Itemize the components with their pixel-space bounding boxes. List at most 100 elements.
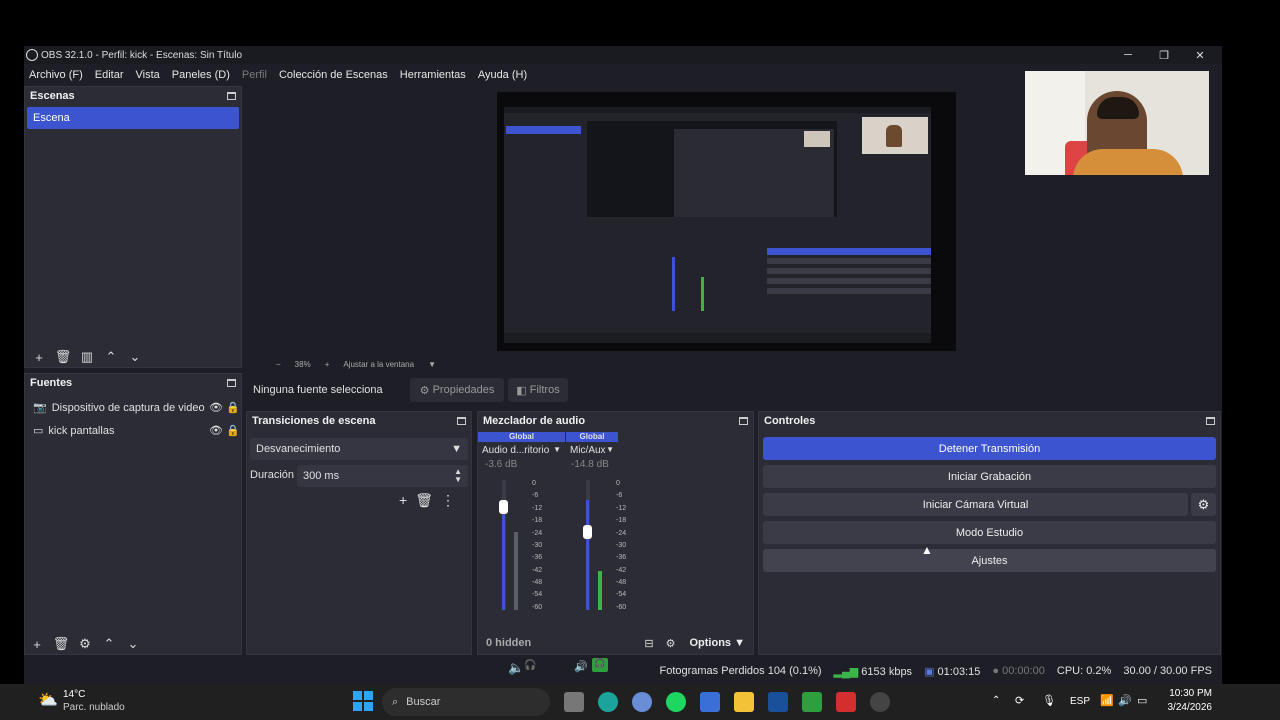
meter-scale-label: -6 bbox=[532, 492, 539, 500]
source-item[interactable]: ▭ kick pantallas 👁 🔒 bbox=[25, 419, 241, 442]
undock-icon[interactable] bbox=[227, 379, 236, 387]
chevron-up-icon[interactable]: ⌃ bbox=[97, 634, 121, 654]
fit-window[interactable]: Ajustar a la ventana bbox=[343, 360, 414, 369]
cube-app-icon[interactable] bbox=[802, 692, 822, 712]
menu-perfil[interactable]: Perfil bbox=[242, 69, 267, 81]
spotify-icon[interactable] bbox=[666, 692, 686, 712]
meter-scale-label: -48 bbox=[532, 579, 543, 587]
task-view-icon[interactable] bbox=[564, 692, 584, 712]
trash-icon[interactable]: 🗑 bbox=[415, 492, 433, 509]
meter-scale-label: -18 bbox=[616, 517, 627, 525]
close-button[interactable]: ✕ bbox=[1182, 46, 1218, 64]
folder-icon[interactable] bbox=[734, 692, 754, 712]
start-virtual-camera-button[interactable]: Iniciar Cámara Virtual bbox=[763, 493, 1188, 516]
maximize-button[interactable]: ❐ bbox=[1146, 46, 1182, 64]
undock-icon[interactable] bbox=[457, 417, 466, 425]
clock-date[interactable]: 3/24/2026 bbox=[1160, 702, 1213, 713]
sources-dock: Fuentes 📷 Dispositivo de captura de vide… bbox=[24, 373, 242, 655]
menu-archivo[interactable]: Archivo (F) bbox=[29, 69, 83, 81]
meter-scale-label: -12 bbox=[532, 504, 543, 512]
volume-meters: 0 -6 -12 -18 -24 -30 -36 -42 -48 -54 -60 0 -6 -12 -18 -… bbox=[478, 412, 755, 656]
gear-icon[interactable]: ⚙ bbox=[73, 634, 97, 654]
layout-icon[interactable]: ⊟ bbox=[644, 637, 653, 650]
obs-logo-icon bbox=[26, 49, 38, 61]
volume-icon[interactable]: 🔊 bbox=[1118, 694, 1132, 707]
trash-icon[interactable]: 🗑 bbox=[49, 634, 73, 654]
fps: 30.00 / 30.00 FPS bbox=[1123, 665, 1212, 677]
duration-input[interactable]: 300 ms ▲ ▼ bbox=[297, 465, 468, 487]
menu-editar[interactable]: Editar bbox=[95, 69, 124, 81]
copilot-icon[interactable] bbox=[598, 692, 618, 712]
chevron-down-icon[interactable]: ⌄ bbox=[121, 634, 145, 654]
meter-level bbox=[514, 532, 518, 610]
r-app-icon[interactable] bbox=[632, 692, 652, 712]
trash-icon[interactable]: 🗑 bbox=[51, 347, 75, 367]
sync-icon[interactable]: ⟳ bbox=[1015, 694, 1024, 707]
undock-icon[interactable] bbox=[227, 92, 236, 100]
search-box[interactable]: ⌕ Buscar bbox=[382, 688, 550, 716]
undock-icon[interactable] bbox=[1206, 417, 1215, 425]
fit-dropdown-icon[interactable]: ▼ bbox=[428, 360, 436, 369]
nested-obs-capture bbox=[504, 107, 931, 343]
settings-button[interactable]: Ajustes bbox=[763, 549, 1216, 572]
menu-vista[interactable]: Vista bbox=[136, 69, 160, 81]
volume-slider-handle[interactable] bbox=[583, 525, 592, 539]
menu-coleccion[interactable]: Colección de Escenas bbox=[279, 69, 388, 81]
filters-button[interactable]: ◧ Filtros bbox=[508, 378, 568, 402]
volume-slider-track[interactable] bbox=[502, 500, 505, 610]
zoom-out-icon[interactable]: − bbox=[276, 360, 281, 369]
scenes-toolbar: + 🗑 ▥ ⌃ ⌄ bbox=[27, 347, 147, 367]
eye-icon[interactable]: 👁 bbox=[207, 401, 225, 414]
vscode-icon[interactable] bbox=[768, 692, 788, 712]
menu-ayuda[interactable]: Ayuda (H) bbox=[478, 69, 527, 81]
more-icon[interactable]: ⋮ bbox=[441, 492, 455, 509]
obs-taskbar-icon[interactable] bbox=[870, 692, 890, 712]
stop-stream-button[interactable]: Detener Transmisión bbox=[763, 437, 1216, 460]
add-icon[interactable]: + bbox=[399, 492, 407, 509]
eye-icon[interactable]: 👁 bbox=[207, 424, 225, 437]
studio-mode-button[interactable]: Modo Estudio bbox=[763, 521, 1216, 544]
record-time: 00:00:00 bbox=[1002, 665, 1045, 677]
volume-slider-handle[interactable] bbox=[499, 500, 508, 514]
battery-icon[interactable]: ▭ bbox=[1137, 694, 1147, 707]
volume-slider-track[interactable] bbox=[586, 500, 589, 610]
spin-icon[interactable]: ▲ ▼ bbox=[454, 468, 462, 484]
add-icon[interactable]: + bbox=[25, 634, 49, 654]
vivaldi-icon[interactable] bbox=[836, 692, 856, 712]
virtual-camera-gear-icon[interactable]: ⚙ bbox=[1191, 493, 1216, 516]
meter-scale-label: -12 bbox=[616, 504, 627, 512]
wifi-icon[interactable]: 📶 bbox=[1100, 694, 1114, 707]
chevron-up-icon[interactable]: ⌃ bbox=[99, 347, 123, 367]
mic-icon[interactable]: 🎙 bbox=[1042, 694, 1056, 707]
meter-scale-label: 0 bbox=[532, 480, 536, 487]
language-indicator[interactable]: ESP bbox=[1070, 696, 1090, 707]
mixer-settings-icon[interactable]: ⚙ bbox=[666, 637, 676, 650]
menu-herramientas[interactable]: Herramientas bbox=[400, 69, 466, 81]
meter-scale-label: -60 bbox=[532, 603, 543, 611]
lock-icon[interactable]: 🔒 bbox=[225, 424, 241, 437]
transition-select[interactable]: Desvanecimiento ▼ bbox=[250, 438, 468, 460]
add-icon[interactable]: + bbox=[27, 347, 51, 367]
windows-start-icon[interactable] bbox=[353, 691, 373, 711]
properties-button[interactable]: ⚙ Propiedades bbox=[410, 378, 504, 402]
options-button[interactable]: Options ▼ bbox=[689, 637, 745, 649]
store-icon[interactable] bbox=[700, 692, 720, 712]
chevron-down-icon: ▼ bbox=[451, 443, 462, 455]
lock-icon[interactable]: 🔒 bbox=[225, 401, 241, 414]
taskbar: ⛅ 14°C Parc. nublado ⌕ Buscar ⌃ ⟳ 🎙 ESP 📶… bbox=[0, 684, 1280, 720]
cpu-usage: CPU: 0.2% bbox=[1056, 665, 1112, 677]
scene-item[interactable]: Escena bbox=[27, 107, 239, 129]
start-recording-button[interactable]: Iniciar Grabación bbox=[763, 465, 1216, 488]
meter-scale-label: -42 bbox=[616, 566, 627, 574]
filter-icon[interactable]: ▥ bbox=[75, 347, 99, 367]
tray-chevron-icon[interactable]: ⌃ bbox=[992, 695, 1000, 706]
minimize-button[interactable]: ─ bbox=[1110, 46, 1146, 64]
menu-paneles[interactable]: Paneles (D) bbox=[172, 69, 230, 81]
chevron-down-icon[interactable]: ⌄ bbox=[123, 347, 147, 367]
source-item[interactable]: 📷 Dispositivo de captura de video 👁 🔒 bbox=[25, 396, 241, 419]
clock-time[interactable]: 10:30 PM bbox=[1160, 688, 1212, 699]
meter-scale-label: -30 bbox=[532, 541, 543, 549]
dropped-frames: Fotogramas Perdidos 104 (0.1%) bbox=[659, 665, 822, 677]
meter-scale-label: -54 bbox=[616, 591, 627, 599]
zoom-in-icon[interactable]: + bbox=[325, 360, 330, 369]
